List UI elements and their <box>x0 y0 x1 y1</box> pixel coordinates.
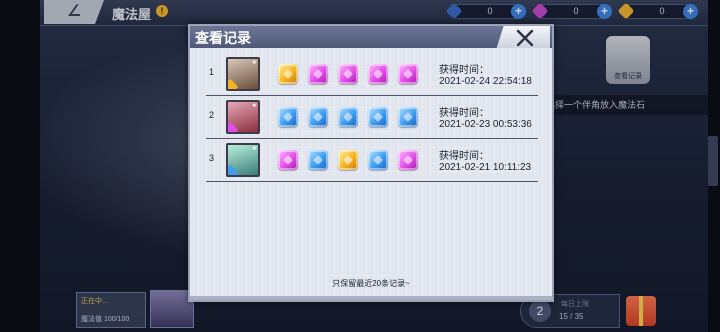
record-index: 3 <box>209 153 215 163</box>
time-value: 2021-02-23 00:53:36 <box>439 119 532 130</box>
time-value: 2021-02-24 22:54:18 <box>439 76 532 87</box>
record-dialog: 查看记录 1 ★ 获得时间： 2021-02-24 22:54:18 2 ★ 获… <box>188 24 554 302</box>
record-row: 3 ★ 获得时间： 2021-02-21 10:11:23 <box>206 143 538 182</box>
time-label: 获得时间： <box>439 65 489 76</box>
blue-magic-stone-icon <box>278 107 298 127</box>
character-avatar[interactable]: ★ <box>226 100 260 134</box>
record-index: 1 <box>209 67 215 77</box>
character-avatar[interactable]: ★ <box>226 57 260 91</box>
time-label: 获得时间： <box>439 151 489 162</box>
blue-magic-stone-icon <box>308 107 328 127</box>
dialog-bottom-bar <box>190 296 552 300</box>
purple-magic-stone-icon <box>398 64 418 84</box>
dialog-body: 1 ★ 获得时间： 2021-02-24 22:54:18 2 ★ 获得时间： … <box>190 48 552 300</box>
footer-note: 只保留最近20条记录~ <box>332 279 410 288</box>
blue-magic-stone-icon <box>308 150 328 170</box>
star-icon: ★ <box>251 103 257 109</box>
gold-magic-stone-icon <box>338 150 358 170</box>
record-row: 1 ★ 获得时间： 2021-02-24 22:54:18 <box>206 57 538 96</box>
close-button[interactable] <box>496 26 550 50</box>
purple-magic-stone-icon <box>278 150 298 170</box>
record-row: 2 ★ 获得时间： 2021-02-23 00:53:36 <box>206 100 538 139</box>
star-icon: ★ <box>251 146 257 152</box>
blue-magic-stone-icon <box>338 107 358 127</box>
element-gem-icon <box>228 78 239 89</box>
gold-magic-stone-icon <box>278 64 298 84</box>
dialog-title: 查看记录 <box>195 30 251 46</box>
record-index: 2 <box>209 110 215 120</box>
star-icon: ★ <box>251 60 257 66</box>
blue-magic-stone-icon <box>368 150 388 170</box>
purple-magic-stone-icon <box>398 150 418 170</box>
purple-magic-stone-icon <box>368 64 388 84</box>
element-gem-icon <box>228 164 239 175</box>
time-value: 2021-02-21 10:11:23 <box>439 162 532 173</box>
blue-magic-stone-icon <box>398 107 418 127</box>
close-icon <box>516 29 534 47</box>
element-gem-icon <box>228 121 239 132</box>
purple-magic-stone-icon <box>308 64 328 84</box>
character-avatar[interactable]: ★ <box>226 143 260 177</box>
purple-magic-stone-icon <box>338 64 358 84</box>
blue-magic-stone-icon <box>368 107 388 127</box>
time-label: 获得时间： <box>439 108 489 119</box>
